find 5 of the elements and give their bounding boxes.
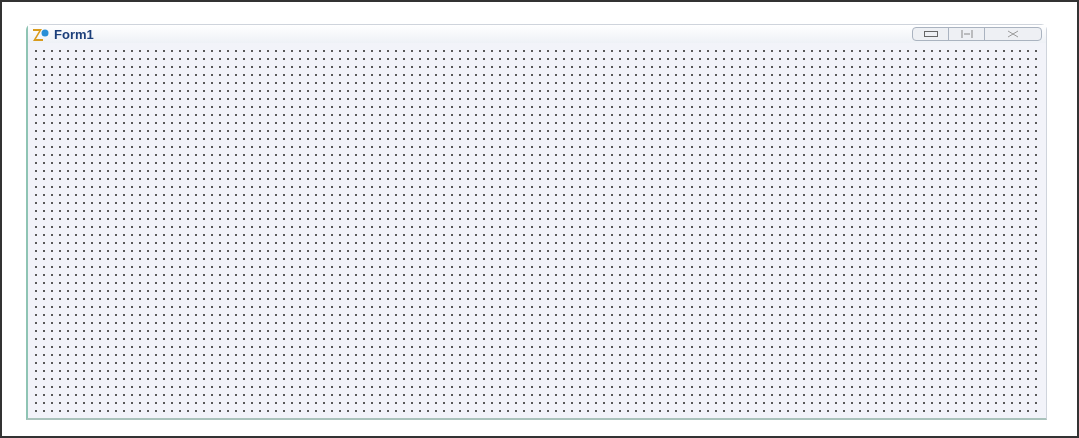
maximize-icon (960, 30, 973, 38)
app-icon (32, 27, 50, 41)
close-icon (1007, 30, 1019, 38)
window-title: Form1 (54, 27, 94, 41)
minimize-icon (923, 31, 938, 37)
